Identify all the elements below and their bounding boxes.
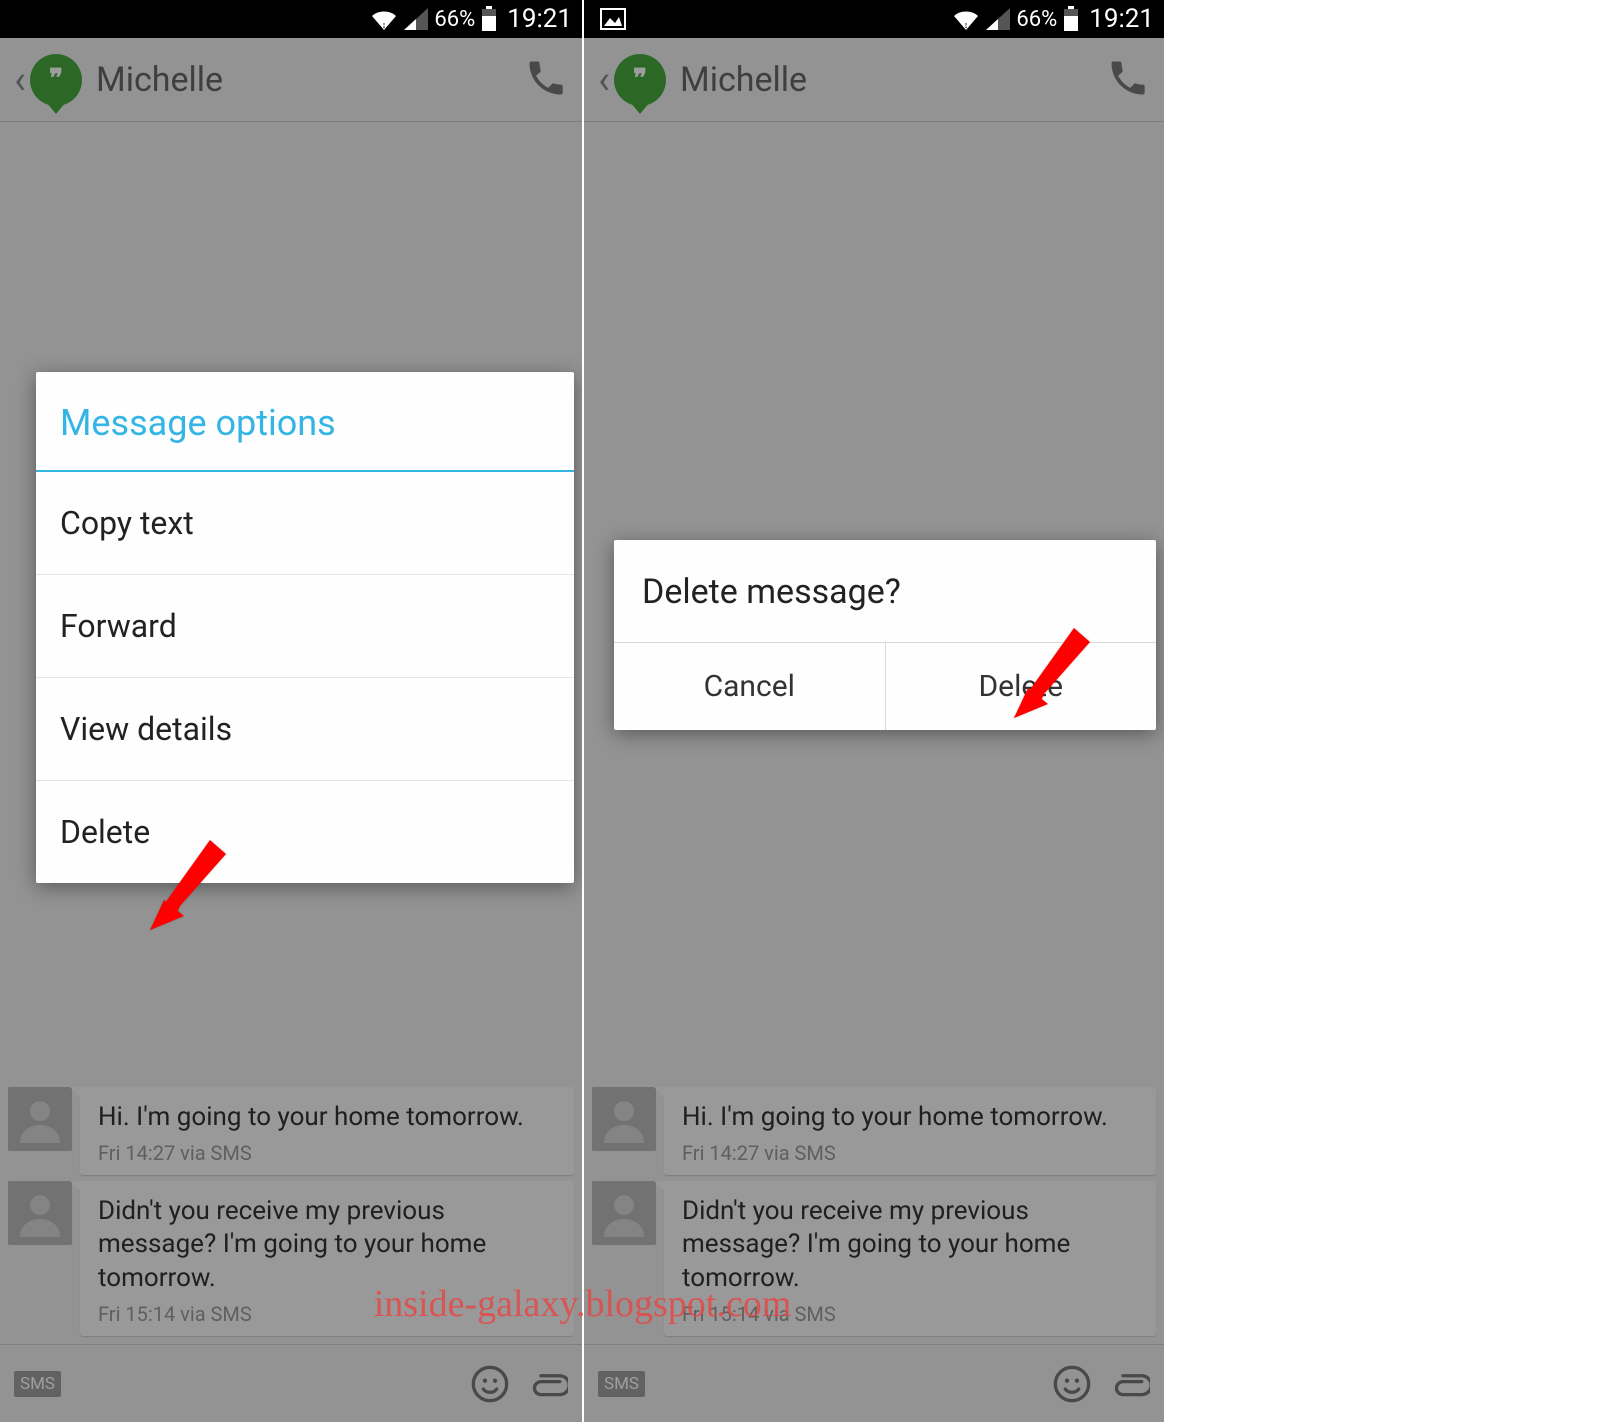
- option-forward[interactable]: Forward: [36, 575, 574, 678]
- confirm-title: Delete message?: [614, 540, 1156, 642]
- image-saved-icon: [600, 8, 626, 30]
- status-time: 19:21: [1089, 4, 1154, 34]
- delete-confirm-dialog: Delete message? Cancel Delete: [614, 540, 1156, 730]
- option-view-details[interactable]: View details: [36, 678, 574, 781]
- status-time: 19:21: [507, 4, 572, 34]
- battery-percent: 66%: [434, 7, 475, 32]
- cancel-button[interactable]: Cancel: [614, 643, 885, 730]
- status-bar: ↕ 66% 19:21: [0, 0, 582, 38]
- signal-icon: [404, 8, 428, 30]
- battery-percent: 66%: [1016, 7, 1057, 32]
- message-options-dialog: Message options Copy text Forward View d…: [36, 372, 574, 883]
- screenshot-right: ↕ 66% 19:21 ‹ ❞ Michelle: [582, 0, 1164, 1422]
- modal-backdrop[interactable]: [584, 38, 1164, 1422]
- option-copy-text[interactable]: Copy text: [36, 472, 574, 575]
- svg-text:↕: ↕: [382, 21, 387, 30]
- dialog-title: Message options: [36, 372, 574, 472]
- signal-icon: [986, 8, 1010, 30]
- screenshot-left: ↕ 66% 19:21 ‹ ❞ Michelle: [0, 0, 582, 1422]
- option-delete[interactable]: Delete: [36, 781, 574, 883]
- battery-icon: [1063, 6, 1079, 32]
- delete-button[interactable]: Delete: [885, 643, 1157, 730]
- battery-icon: [481, 6, 497, 32]
- status-bar: ↕ 66% 19:21: [584, 0, 1164, 38]
- svg-text:↕: ↕: [964, 21, 969, 30]
- wifi-icon: ↕: [952, 8, 980, 30]
- wifi-icon: ↕: [370, 8, 398, 30]
